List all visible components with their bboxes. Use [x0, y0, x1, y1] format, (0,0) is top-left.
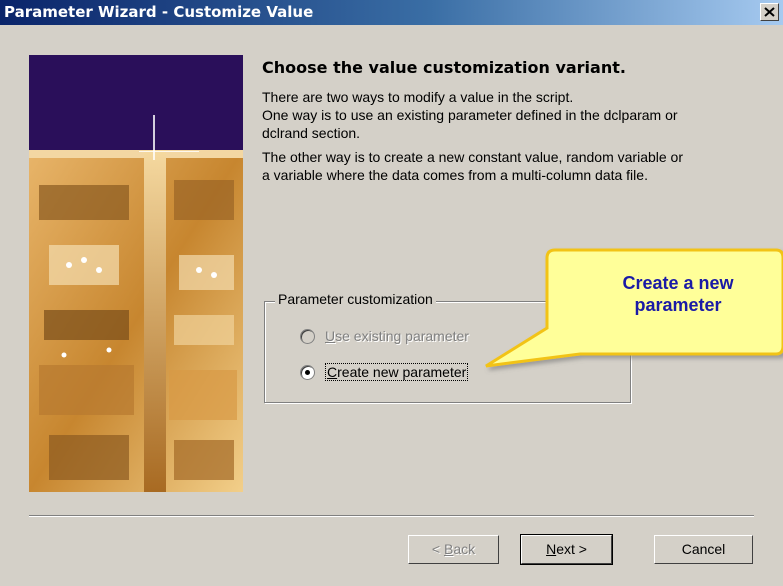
description-line: The other way is to create a new constan… [262, 149, 683, 165]
callout-line: Create a new [622, 273, 734, 293]
description-line: One way is to use an existing parameter … [262, 107, 678, 123]
wizard-sidebar-image [29, 55, 243, 492]
parameter-customization-group [264, 301, 631, 403]
back-button[interactable]: < Back [408, 535, 499, 564]
radio-button-use-existing[interactable] [300, 328, 315, 344]
parameter-wizard-window: Parameter Wizard - Customize Value Choos… [0, 0, 783, 586]
callout-line: parameter [634, 295, 722, 315]
close-button[interactable] [760, 3, 779, 21]
create-new-parameter-label: Create new parameter [325, 363, 469, 381]
use-existing-parameter-label: Use existing parameter [325, 328, 469, 344]
create-new-parameter-option[interactable]: Create new parameter [300, 363, 469, 381]
title-bar[interactable]: Parameter Wizard - Customize Value [0, 0, 783, 25]
description-line: a variable where the data comes from a m… [262, 167, 648, 183]
use-existing-parameter-option[interactable]: Use existing parameter [300, 328, 469, 344]
description-line: There are two ways to modify a value in … [262, 89, 574, 105]
cancel-button[interactable]: Cancel [654, 535, 753, 564]
page-heading: Choose the value customization variant. [262, 58, 626, 77]
button-separator [29, 515, 754, 517]
radio-selected-dot [305, 369, 310, 375]
description-paragraph-1: There are two ways to modify a value in … [262, 88, 762, 142]
description-line: dclrand section. [262, 125, 361, 141]
close-icon [764, 7, 775, 17]
window-title: Parameter Wizard - Customize Value [4, 3, 314, 21]
group-label: Parameter customization [275, 291, 436, 307]
radio-button-create-new[interactable] [300, 364, 315, 380]
next-button[interactable]: Next > [520, 534, 613, 565]
description-paragraph-2: The other way is to create a new constan… [262, 148, 762, 184]
callout-text: Create a new parameter [578, 272, 778, 316]
